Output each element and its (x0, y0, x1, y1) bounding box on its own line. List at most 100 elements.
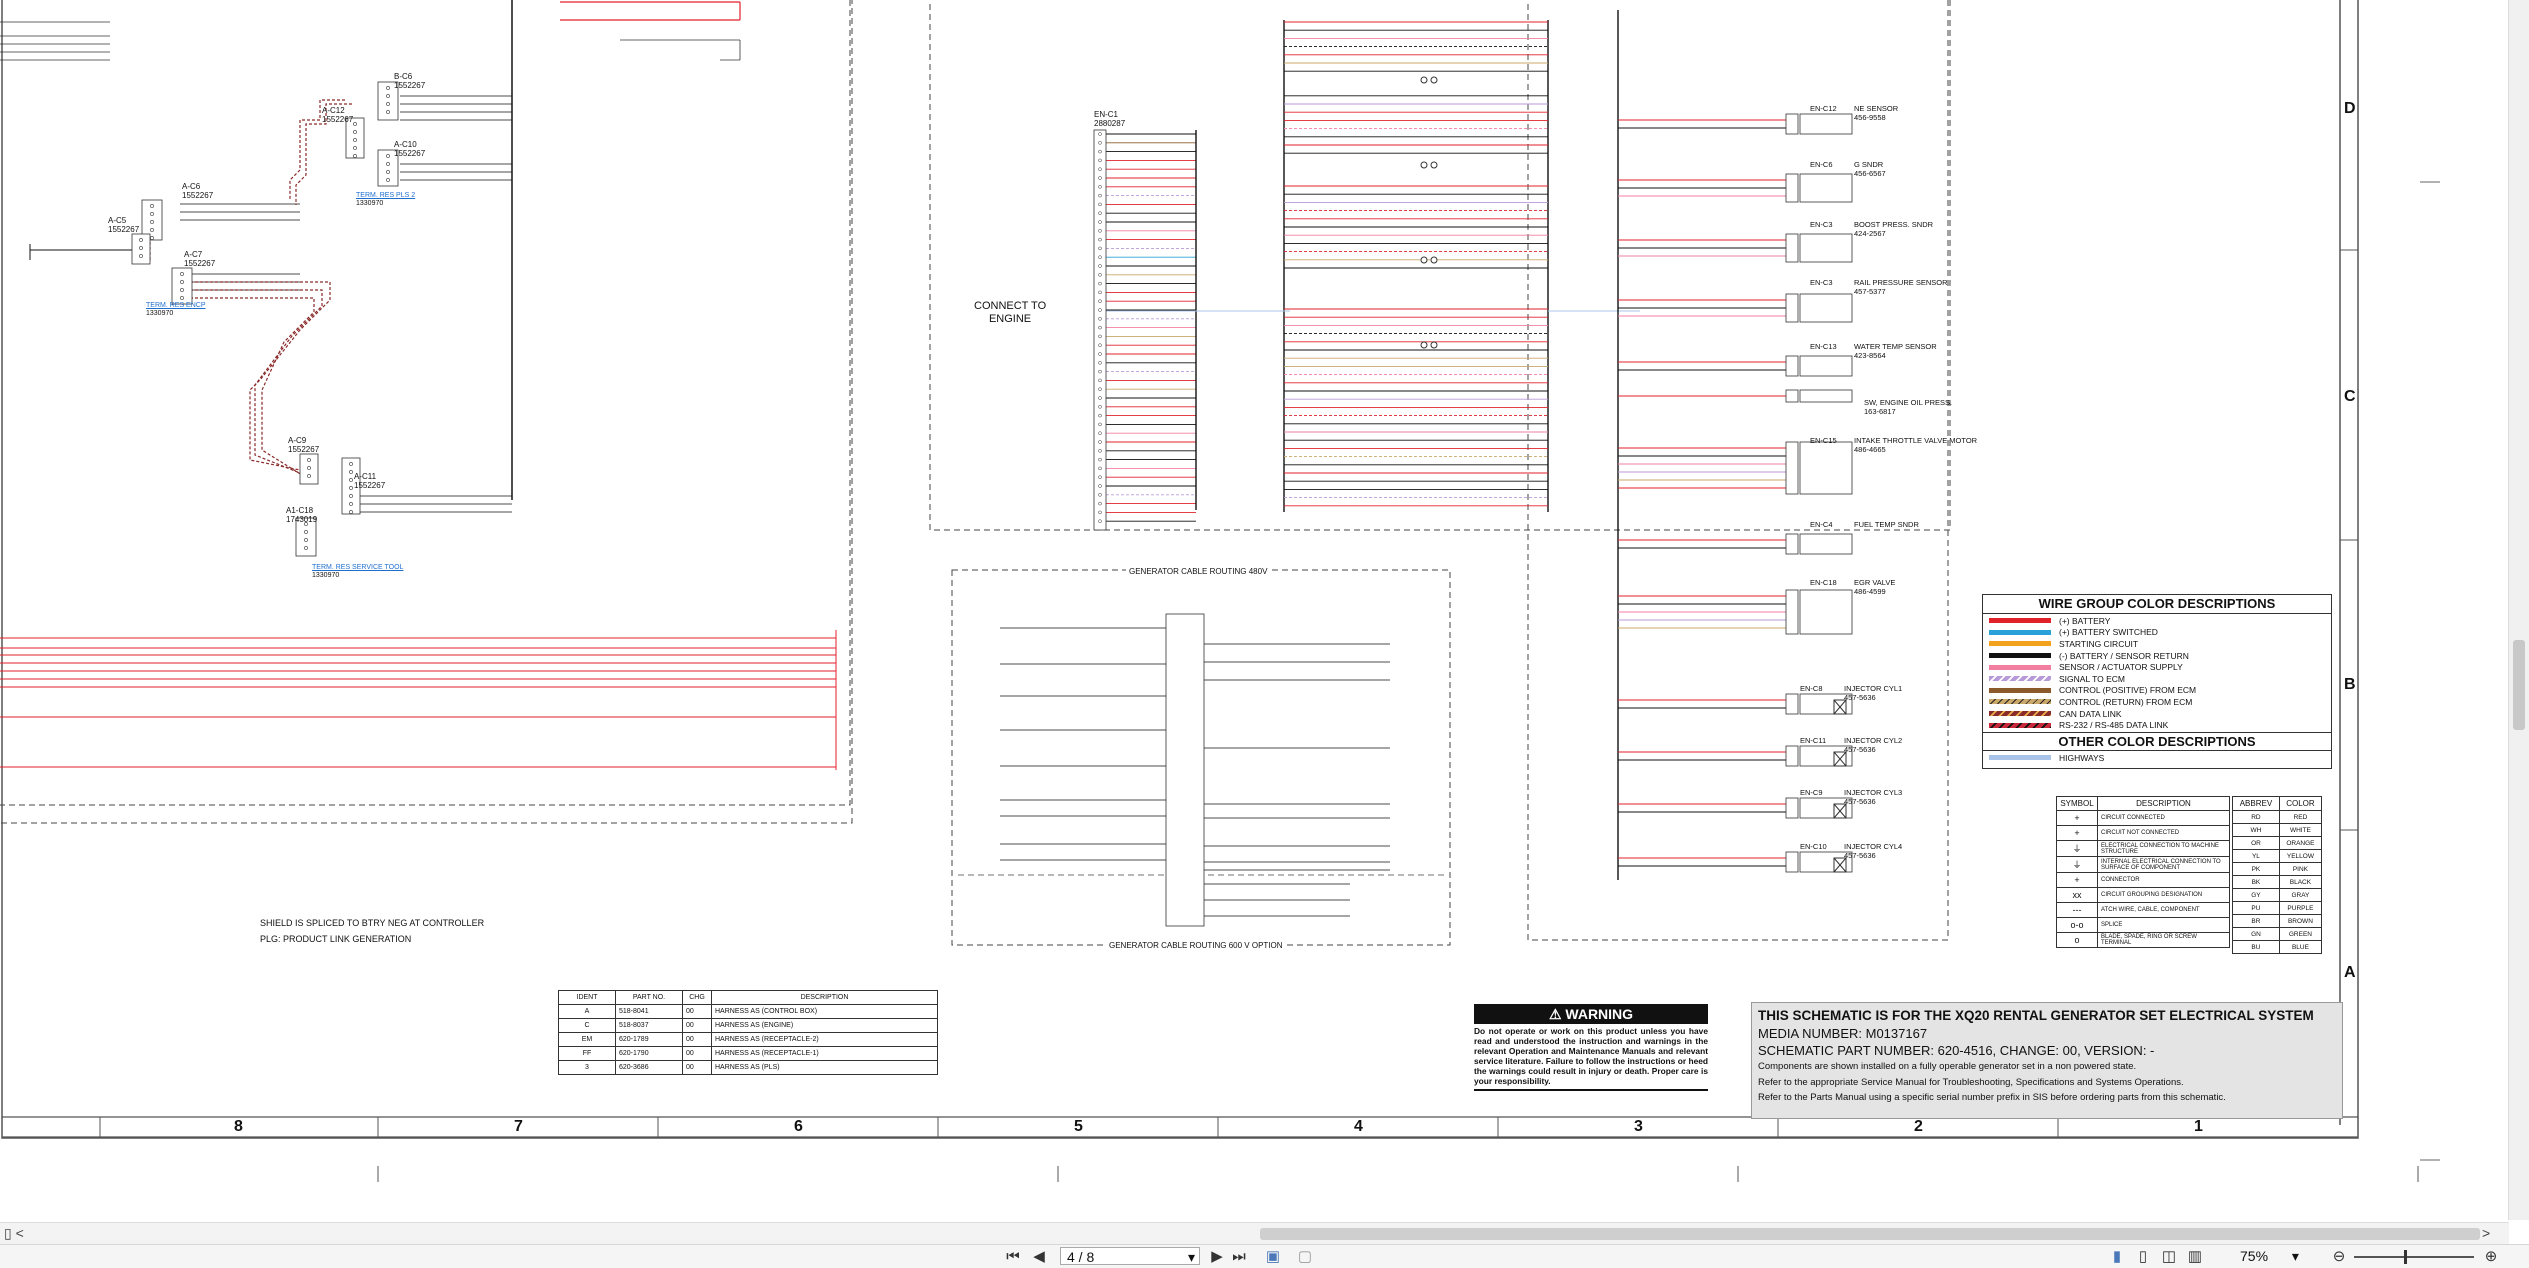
symbol-cell: ⏚ (2056, 856, 2098, 873)
term-res-link[interactable]: TERM. RES ENCP 1330970 (146, 302, 206, 318)
fit-page-icon[interactable]: ▣ (1264, 1248, 1282, 1265)
table-cell: BU (2232, 940, 2280, 954)
two-page-view-icon[interactable]: ◫ (2160, 1248, 2178, 1265)
single-page-view-icon[interactable]: ▮ (2108, 1248, 2126, 1265)
legend-swatch (1989, 711, 2051, 717)
legend-label: CAN DATA LINK (2059, 708, 2122, 719)
table-cell: 00 (682, 1018, 712, 1033)
table-cell: HARNESS AS (RECEPTACLE-1) (711, 1046, 938, 1061)
zoom-in-button[interactable]: ⊕ (2482, 1248, 2500, 1265)
table-row: BK BLACK (2232, 875, 2323, 889)
chevron-down-icon: ▾ (2291, 1248, 2299, 1264)
horizontal-scrollbar[interactable]: ▯ < > (0, 1222, 2509, 1245)
table-row: FF 620-1790 00 HARNESS AS (RECEPTACLE-1) (558, 1046, 938, 1061)
zone-label-7: 7 (514, 1118, 523, 1135)
table-row: WH WHITE (2232, 823, 2323, 837)
vertical-scrollbar[interactable] (2508, 0, 2529, 1220)
shield-note: SHIELD IS SPLICED TO BTRY NEG AT CONTROL… (260, 918, 485, 928)
sensor-label: EN-C4 FUEL TEMP SNDR (1810, 520, 1919, 529)
document-viewer: D C B A 8 7 6 5 4 3 2 1 A-C12 1552267 B-C… (0, 0, 2529, 1220)
table-row: ⏚ ELECTRICAL CONNECTION TO MACHINE STRUCT… (2056, 840, 2230, 857)
table-row: BR BROWN (2232, 914, 2323, 928)
zoom-out-button[interactable]: ⊖ (2330, 1248, 2348, 1265)
legend-item: (-) BATTERY / SENSOR RETURN (1989, 650, 2325, 662)
title-note-1: Components are shown installed on a full… (1758, 1061, 2137, 1072)
table-cell: HARNESS AS (CONTROL BOX) (711, 1004, 938, 1019)
table-header: PART NO. (615, 990, 683, 1005)
symbol-cell: + (2056, 825, 2098, 841)
table-cell: C (558, 1018, 616, 1033)
table-row: OR ORANGE (2232, 836, 2323, 850)
parts-table: IDENT PART NO. CHG DESCRIPTION A 518-8041… (558, 990, 938, 1075)
zone-label-b: B (2344, 676, 2356, 693)
table-cell: YELLOW (2278, 849, 2323, 863)
sensor-label: EN-C3 RAIL PRESSURE SENSOR 457-5377 (1810, 278, 1948, 296)
legend-label: (-) BATTERY / SENSOR RETURN (2059, 650, 2189, 661)
legend-swatch (1989, 687, 2051, 693)
connector-label: B-C6 1552267 (394, 72, 426, 90)
scroll-thumb[interactable] (1260, 1228, 2480, 1240)
legend-item: CAN DATA LINK (1989, 708, 2325, 720)
term-res-link[interactable]: TERM. RES PLS 2 1330970 (356, 192, 415, 208)
routing-600-label: GENERATOR CABLE ROUTING 600 V OPTION (1106, 941, 1286, 950)
table-cell: YL (2232, 849, 2280, 863)
table-cell: PU (2232, 901, 2280, 915)
legend-item: SENSOR / ACTUATOR SUPPLY (1989, 661, 2325, 673)
scroll-right-button[interactable]: > (2482, 1225, 2490, 1241)
term-res-link[interactable]: TERM. RES SERVICE TOOL 1330970 (312, 564, 403, 580)
next-page-button[interactable]: ▶ (1208, 1248, 1226, 1265)
continuous-view-icon[interactable]: ▯ (2134, 1248, 2152, 1265)
title-note-2: Refer to the appropriate Service Manual … (1758, 1077, 2184, 1088)
table-cell: BLUE (2278, 940, 2323, 954)
two-page-continuous-icon[interactable]: ▥ (2186, 1248, 2204, 1265)
legend-item: (+) BATTERY SWITCHED (1989, 627, 2325, 639)
table-row: xx CIRCUIT GROUPING DESIGNATION (2056, 887, 2230, 903)
table-cell: ATCH WIRE, CABLE, COMPONENT (2097, 902, 2230, 918)
fit-width-icon[interactable]: ▢ (1296, 1248, 1314, 1265)
table-cell: BR (2232, 914, 2280, 928)
symbol-cell: o-o (2056, 917, 2098, 933)
legend-swatch (1989, 629, 2051, 635)
zoom-level-field[interactable]: 75% ▾ (2240, 1247, 2320, 1265)
table-cell: HARNESS AS (RECEPTACLE-2) (711, 1032, 938, 1047)
zone-label-1: 1 (2194, 1118, 2203, 1135)
zoom-slider[interactable] (2354, 1250, 2474, 1264)
table-cell: BLACK (2278, 875, 2323, 889)
schematic-part-number: SCHEMATIC PART NUMBER: 620-4516, CHANGE:… (1758, 1043, 2155, 1058)
table-cell: HARNESS AS (ENGINE) (711, 1018, 938, 1033)
table-cell: BK (2232, 875, 2280, 889)
table-cell: PINK (2278, 862, 2323, 876)
connector-label: A-C5 1552267 (108, 216, 140, 234)
zone-label-8: 8 (234, 1118, 243, 1135)
first-page-button[interactable]: ⏮ (1004, 1248, 1022, 1265)
engine-connector-label: EN-C1 2880287 (1094, 110, 1126, 128)
legend-item: STARTING CIRCUIT (1989, 638, 2325, 650)
sidebar-collapse-button[interactable]: ▯ < (4, 1225, 24, 1242)
table-header: DESCRIPTION (2097, 796, 2230, 811)
legend-swatch (1989, 755, 2051, 761)
zone-label-d: D (2344, 100, 2356, 117)
scroll-thumb[interactable] (2513, 640, 2525, 730)
last-page-button[interactable]: ⏭ (1230, 1248, 1248, 1265)
table-row: EM 620-1789 00 HARNESS AS (RECEPTACLE-2) (558, 1032, 938, 1047)
legend-label: CONTROL (POSITIVE) FROM ECM (2059, 685, 2197, 696)
legend-swatch (1989, 641, 2051, 647)
table-row: + CIRCUIT CONNECTED (2056, 810, 2230, 826)
connector-label: A-C12 1552267 (322, 106, 354, 124)
other-legend-title: OTHER COLOR DESCRIPTIONS (1983, 731, 2331, 751)
zoom-slider-handle[interactable] (2404, 1250, 2407, 1264)
table-header-row: IDENT PART NO. CHG DESCRIPTION (558, 990, 938, 1005)
page-number-field[interactable]: 4 / 8 ▾ (1060, 1247, 1200, 1265)
connector-label: A1-C18 1743019 (286, 506, 318, 524)
symbol-cell: --- (2056, 902, 2098, 918)
sensor-label: EN-C11 INJECTOR CYL2 457-5636 (1800, 736, 1903, 754)
symbol-cell: xx (2056, 887, 2098, 903)
table-cell: PK (2232, 862, 2280, 876)
table-cell: PURPLE (2278, 901, 2323, 915)
table-row: + CONNECTOR (2056, 872, 2230, 888)
sensor-label: EN-C10 INJECTOR CYL4 457-5636 (1800, 842, 1903, 860)
legend-swatch (1989, 653, 2051, 659)
zone-label-4: 4 (1354, 1118, 1363, 1135)
table-cell: INTERNAL ELECTRICAL CONNECTION TO SURFAC… (2097, 856, 2230, 873)
prev-page-button[interactable]: ◀ (1030, 1248, 1048, 1265)
